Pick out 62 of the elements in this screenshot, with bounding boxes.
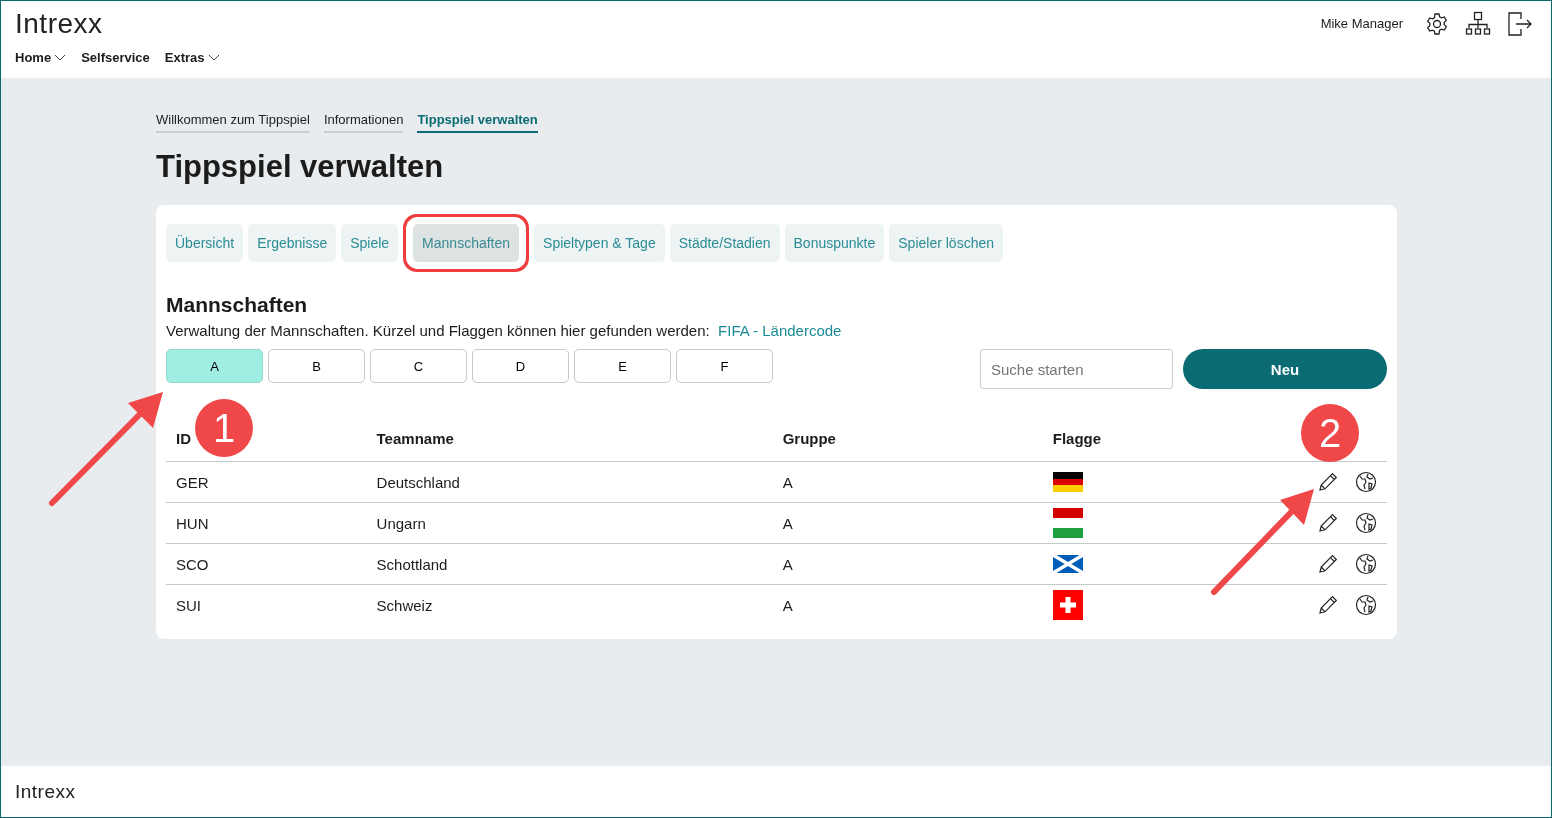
table-cell: A xyxy=(782,473,793,491)
globe-icon[interactable] xyxy=(1355,512,1377,534)
nav-item[interactable]: Home xyxy=(15,50,67,65)
breadcrumb-tab[interactable]: Informationen xyxy=(323,112,404,133)
globe-icon[interactable] xyxy=(1355,594,1377,616)
tab[interactable]: Bonuspunkte xyxy=(784,224,885,262)
user-name[interactable]: Mike Manager xyxy=(1320,16,1403,31)
logo[interactable]: Intrexx xyxy=(15,7,103,40)
logout-icon[interactable] xyxy=(1507,10,1533,37)
fifa-link[interactable]: FIFA - Ländercode xyxy=(718,322,842,339)
tab[interactable]: Spiele xyxy=(341,224,399,262)
edit-icon[interactable] xyxy=(1317,594,1339,616)
group-button[interactable]: D xyxy=(472,349,569,383)
table-cell: Deutschland xyxy=(376,473,460,491)
footer-logo: Intrexx xyxy=(15,780,76,803)
flag-icon xyxy=(1052,590,1083,620)
edit-icon[interactable] xyxy=(1317,553,1339,575)
table-cell: Schottland xyxy=(376,555,448,573)
edit-icon[interactable] xyxy=(1317,471,1339,493)
globe-icon[interactable] xyxy=(1355,471,1377,493)
table-cell: Schweiz xyxy=(376,596,433,614)
sitemap-icon[interactable] xyxy=(1465,10,1491,37)
table-cell: GER xyxy=(176,473,209,491)
flag-icon xyxy=(1052,508,1083,538)
table-cell: A xyxy=(782,555,793,573)
settings-icon[interactable] xyxy=(1425,11,1449,36)
group-button[interactable]: C xyxy=(370,349,467,383)
tab[interactable]: Ergebnisse xyxy=(248,224,337,262)
breadcrumb-tab[interactable]: Tippspiel verwalten xyxy=(417,112,538,133)
tab[interactable]: Städte/Stadien xyxy=(669,224,780,262)
group-button[interactable]: F xyxy=(676,349,773,383)
table-cell: A xyxy=(782,596,793,614)
section-title: Mannschaften xyxy=(166,293,309,317)
table-cell: A xyxy=(782,514,793,532)
new-button[interactable]: Neu xyxy=(1183,349,1387,389)
table-cell: HUN xyxy=(176,514,209,532)
nav-item[interactable]: Selfservice xyxy=(81,50,150,65)
flag-icon xyxy=(1052,472,1083,492)
step-marker: 2 xyxy=(1301,404,1359,462)
chevron-down-icon[interactable] xyxy=(54,53,67,62)
page-title: Tippspiel verwalten xyxy=(156,149,445,185)
flag-icon xyxy=(1052,555,1083,573)
edit-icon[interactable] xyxy=(1317,512,1339,534)
column-header: Flagge xyxy=(1042,415,1291,462)
tab[interactable]: Übersicht xyxy=(166,224,244,262)
column-header: Gruppe xyxy=(772,415,1043,462)
search-field[interactable]: Suche starten xyxy=(980,349,1173,389)
step-marker: 1 xyxy=(195,399,253,457)
group-button[interactable]: B xyxy=(268,349,365,383)
group-button[interactable]: A xyxy=(166,349,263,383)
table-cell: SUI xyxy=(176,596,201,614)
description: Verwaltung der Mannschaften. Kürzel und Flaggen können hier gefunden werden: FIFA - Ländercode xyxy=(166,322,843,339)
table-cell: Ungarn xyxy=(376,514,426,532)
tab[interactable]: Spieler löschen xyxy=(889,224,1003,262)
chevron-down-icon[interactable] xyxy=(207,53,220,62)
group-button[interactable]: E xyxy=(574,349,671,383)
breadcrumb-tab[interactable]: Willkommen zum Tippspiel xyxy=(156,112,310,133)
tab[interactable]: Spieltypen & Tage xyxy=(534,224,665,262)
globe-icon[interactable] xyxy=(1355,553,1377,575)
nav-item[interactable]: Extras xyxy=(164,50,220,65)
column-header: Teamname xyxy=(366,415,773,462)
table-cell: SCO xyxy=(176,555,209,573)
